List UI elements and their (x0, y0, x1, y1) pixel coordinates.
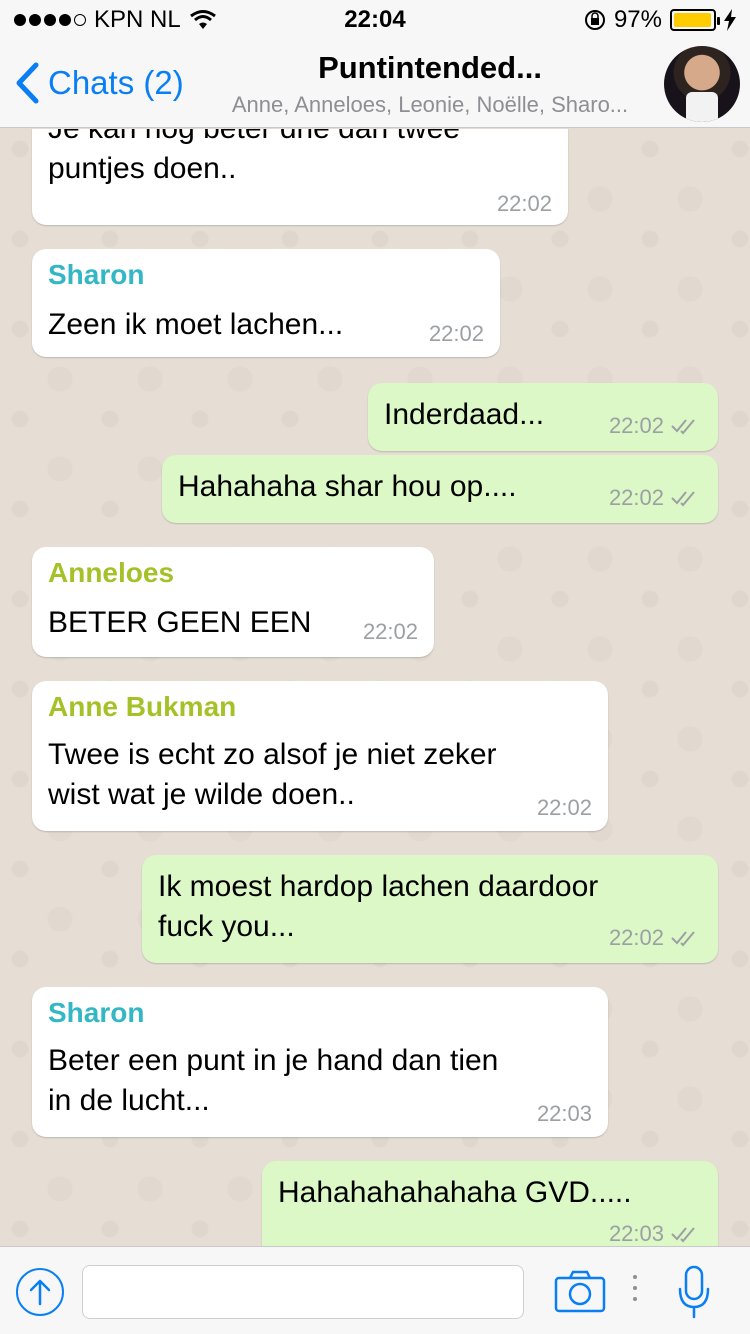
battery-percent: 97% (613, 6, 662, 33)
charging-icon (724, 9, 736, 31)
message-bubble[interactable]: Hahahahahahaha GVD..... 22:03 (262, 1161, 718, 1246)
read-receipt-icon (671, 419, 695, 435)
message-text: Hahahahahahaha GVD..... (278, 1176, 632, 1209)
message-input[interactable] (82, 1265, 524, 1319)
carrier-name: KPN NL (94, 6, 181, 33)
message-time: 22:02 (609, 925, 700, 951)
arrow-up-icon (29, 1279, 51, 1306)
message-bubble[interactable]: Ik moest hardop lachen daardoor fuck you… (142, 855, 718, 963)
message-bubble[interactable]: Je kan nog beter drie dan twee puntjes d… (32, 129, 568, 225)
message-text: Hahahaha shar hou op.... (178, 470, 517, 503)
message-text: BETER GEEN EEN (48, 606, 312, 639)
message-bubble[interactable]: Anneloes BETER GEEN EEN 22:02 (32, 547, 434, 657)
message-text: Je kan nog beter drie dan twee puntjes d… (48, 129, 460, 185)
message-bubble[interactable]: Sharon Beter een punt in je hand dan tie… (32, 987, 608, 1137)
message-text: Ik moest hardop lachen daardoor fuck you… (158, 870, 599, 943)
message-text: Twee is echt zo alsof je niet zeker wist… (48, 738, 497, 811)
chat-header: Chats (2) Puntintended... Anne, Anneloes… (0, 40, 750, 128)
message-bubble[interactable]: Inderdaad... 22:02 (368, 383, 718, 451)
group-info[interactable]: Puntintended... Anne, Anneloes, Leonie, … (200, 50, 660, 118)
message-bubble[interactable]: Anne Bukman Twee is echt zo alsof je nie… (32, 681, 608, 831)
status-bar: KPN NL 22:04 97% (0, 0, 750, 40)
message-time: 22:02 (609, 413, 700, 439)
message-text: Beter een punt in je hand dan tien in de… (48, 1044, 499, 1117)
read-receipt-icon (671, 491, 695, 507)
rotation-lock-icon (584, 10, 605, 30)
message-bubble[interactable]: Hahahaha shar hou op.... 22:02 (162, 455, 718, 523)
message-composer (0, 1246, 750, 1334)
read-receipt-icon (671, 1227, 695, 1243)
camera-icon[interactable] (554, 1269, 606, 1313)
group-name: Puntintended... (318, 50, 542, 85)
read-receipt-icon (671, 931, 695, 947)
chevron-left-icon (16, 62, 39, 104)
message-list[interactable]: Je kan nog beter drie dan twee puntjes d… (0, 129, 750, 1246)
sender-name: Sharon (48, 259, 145, 290)
message-time: 22:02 (496, 191, 552, 216)
microphone-icon[interactable] (676, 1265, 712, 1319)
message-time: 22:02 (428, 321, 484, 346)
attach-button[interactable] (16, 1268, 64, 1316)
more-dots-icon (633, 1275, 637, 1301)
back-button[interactable]: Chats (2) (14, 62, 184, 104)
message-text: Zeen ik moet lachen... (48, 308, 344, 341)
signal-strength-icon (14, 14, 86, 26)
sender-name: Anneloes (48, 557, 175, 588)
wifi-icon (189, 10, 216, 29)
message-text: Inderdaad... (384, 398, 545, 431)
message-time: 22:03 (536, 1101, 592, 1126)
group-avatar[interactable] (664, 46, 740, 122)
message-time: 22:02 (362, 619, 418, 644)
group-members: Anne, Anneloes, Leonie, Noëlle, Sharo... (231, 92, 629, 117)
sender-name: Anne Bukman (48, 691, 237, 722)
battery-icon (670, 9, 720, 31)
message-time: 22:02 (536, 795, 592, 820)
sender-name: Sharon (48, 997, 145, 1028)
back-label: Chats (2) (48, 64, 184, 101)
message-bubble[interactable]: Sharon Zeen ik moet lachen... 22:02 (32, 249, 500, 357)
message-time: 22:02 (609, 485, 700, 511)
message-time: 22:03 (609, 1221, 700, 1246)
